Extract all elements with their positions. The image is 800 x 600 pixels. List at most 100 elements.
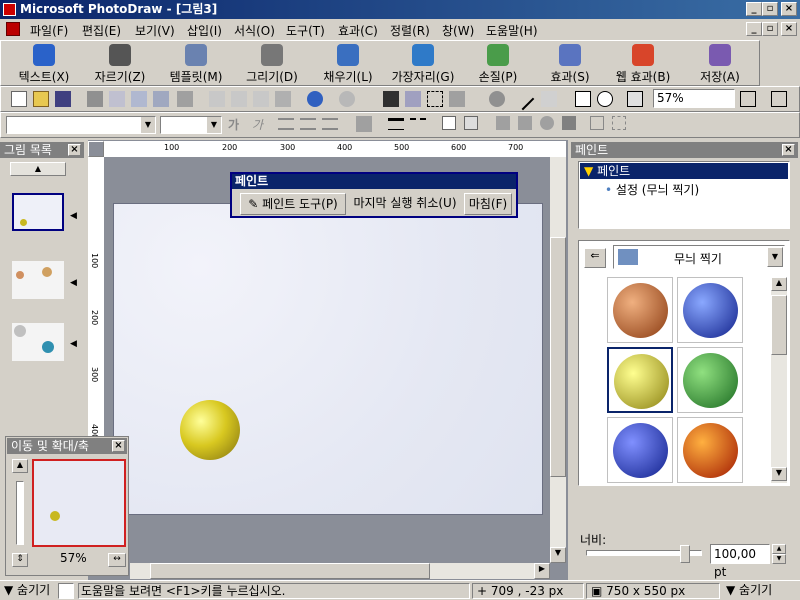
zoom-slider[interactable] [16, 481, 24, 545]
vertical-scrollbar[interactable]: ▼ [550, 157, 566, 563]
effects-button[interactable]: 효과(S) [537, 41, 603, 87]
select-icon[interactable] [405, 91, 421, 107]
crop-button[interactable]: 자르기(Z) [87, 41, 153, 87]
ungroup-icon[interactable] [612, 116, 626, 130]
paste-icon[interactable] [253, 91, 269, 107]
open-icon[interactable] [33, 91, 49, 107]
web-effects-button[interactable]: 웹 효과(B) [607, 41, 679, 87]
format-painter-icon[interactable] [275, 91, 291, 107]
thumbnail-arrow-icon[interactable]: ◀ [70, 339, 77, 349]
photodraw-app-icon[interactable] [3, 3, 16, 16]
menu-window[interactable]: 창(W) [442, 22, 474, 39]
picture-thumbnail-1[interactable] [12, 193, 64, 231]
zoom-select[interactable]: 57% [653, 89, 735, 108]
digital-camera-icon[interactable] [177, 91, 193, 107]
print-icon[interactable] [87, 91, 103, 107]
group-icon[interactable] [590, 116, 604, 130]
ellipse-icon[interactable] [597, 91, 613, 107]
flip-icon[interactable] [496, 116, 510, 130]
nav-options-icon[interactable]: ⇕ [12, 553, 28, 567]
scroll-right-button[interactable]: ▶ [534, 563, 550, 579]
fill-button[interactable]: 채우기(L) [315, 41, 381, 87]
menu-tools[interactable]: 도구(T) [286, 22, 325, 39]
close-icon[interactable]: × [68, 144, 81, 156]
doc-minimize-button[interactable]: _ [746, 22, 762, 36]
rotate-icon[interactable] [489, 91, 505, 107]
align-left-icon[interactable] [278, 118, 294, 130]
menu-arrange[interactable]: 정렬(R) [390, 22, 430, 39]
text-button[interactable]: 텍스트(X) [13, 41, 75, 87]
pan-viewport[interactable] [32, 459, 126, 547]
scroll-thumb[interactable] [771, 295, 787, 355]
stamp-swatch-green[interactable] [677, 347, 743, 413]
gallery-scrollbar[interactable]: ▲ ▼ [771, 277, 787, 483]
pointer-icon[interactable] [383, 91, 399, 107]
rectangle-icon[interactable] [575, 91, 591, 107]
scroll-up-button[interactable]: ▲ [10, 162, 66, 176]
edge-button[interactable]: 가장자리(G) [385, 41, 461, 87]
crop-tool-icon[interactable] [518, 116, 532, 130]
scroll-down-button[interactable]: ▼ [550, 547, 566, 563]
help-icon[interactable] [771, 91, 787, 107]
scan-icon[interactable] [131, 91, 147, 107]
picture-thumbnail-3[interactable] [12, 323, 64, 361]
menu-file[interactable]: 파일(F) [30, 22, 68, 39]
close-button[interactable]: × [781, 2, 797, 16]
line-weight-icon[interactable] [388, 118, 404, 130]
new-icon[interactable] [11, 91, 27, 107]
menu-view[interactable]: 보기(V) [135, 22, 175, 39]
undo-icon[interactable] [307, 91, 323, 107]
zoom-fit-icon[interactable] [740, 91, 756, 107]
redo-icon[interactable] [339, 91, 355, 107]
dash-style-icon[interactable] [410, 118, 426, 130]
scroll-down-button[interactable]: ▼ [771, 467, 787, 481]
cut-icon[interactable] [209, 91, 225, 107]
menu-edit[interactable]: 편집(E) [82, 22, 121, 39]
properties-icon[interactable] [627, 91, 643, 107]
menu-format[interactable]: 서식(O) [234, 22, 275, 39]
undo-last-button[interactable]: 마지막 실행 취소(U) [348, 193, 462, 215]
line-icon[interactable] [511, 87, 535, 111]
spin-up-button[interactable]: ▲ [772, 544, 786, 554]
fill-tool-icon[interactable] [449, 91, 465, 107]
scroll-thumb[interactable] [150, 563, 430, 579]
tree-child-item[interactable]: • 설정 (무늬 찍기) [605, 182, 699, 198]
gallery-type-select[interactable]: 무늬 찍기 ▼ [613, 245, 785, 269]
bold-icon[interactable]: 가 [228, 116, 244, 132]
brightness-icon[interactable] [540, 116, 554, 130]
minimize-button[interactable]: _ [746, 2, 762, 16]
menu-insert[interactable]: 삽입(I) [187, 22, 222, 39]
gallery-back-icon[interactable]: ⇐ [584, 248, 606, 268]
scroll-up-button[interactable]: ▲ [771, 277, 787, 291]
scroll-thumb[interactable] [550, 237, 566, 477]
tree-root-item[interactable]: ▼ 페인트 [580, 163, 788, 179]
width-slider-thumb[interactable] [680, 545, 690, 563]
3d-icon[interactable] [464, 116, 478, 130]
width-input[interactable]: 100,00 pt [710, 544, 770, 579]
print-preview-icon[interactable] [109, 91, 125, 107]
zoom-in-button[interactable]: ▲ [12, 459, 28, 473]
spin-down-button[interactable]: ▼ [772, 554, 786, 564]
camera-icon[interactable] [153, 91, 169, 107]
font-size-select[interactable]: ▼ [160, 116, 222, 134]
paint-tool-button[interactable]: ✎ 페인트 도구(P) [240, 193, 346, 215]
hide-left-panel-button[interactable]: ▼ 숨기기 [4, 583, 50, 599]
picture-canvas[interactable] [113, 203, 543, 515]
save-disk-icon[interactable] [55, 91, 71, 107]
save-button[interactable]: 저장(A) [687, 41, 753, 87]
template-button[interactable]: 템플릿(M) [163, 41, 229, 87]
menu-help[interactable]: 도움말(H) [486, 22, 538, 39]
stamp-swatch-blue[interactable] [607, 417, 673, 483]
retouch-button[interactable]: 손질(P) [465, 41, 531, 87]
close-icon[interactable]: × [112, 440, 125, 452]
copy-icon[interactable] [231, 91, 247, 107]
tag-icon[interactable] [562, 116, 576, 130]
close-icon[interactable]: × [782, 144, 795, 156]
thumbnail-arrow-icon[interactable]: ◀ [70, 278, 77, 288]
stamp-swatch-copper[interactable] [607, 277, 673, 343]
horizontal-scrollbar[interactable]: ▶ [130, 563, 550, 579]
menu-effects[interactable]: 효과(C) [338, 22, 378, 39]
maximize-button[interactable]: ▫ [762, 2, 778, 16]
font-name-select[interactable]: ▼ [6, 116, 156, 134]
align-right-icon[interactable] [322, 118, 338, 130]
